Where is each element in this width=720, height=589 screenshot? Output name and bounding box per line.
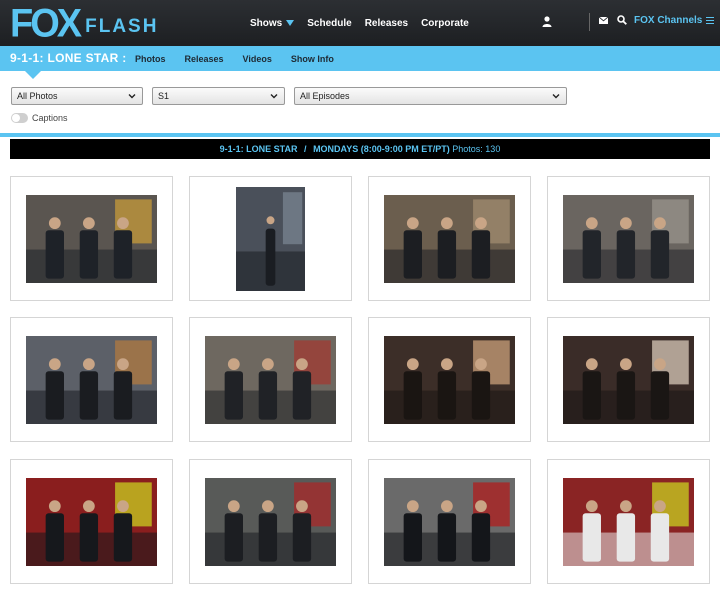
- nav-corporate[interactable]: Corporate: [421, 18, 469, 29]
- photo-card[interactable]: [368, 459, 531, 584]
- show-title: 9-1-1: LONE STAR :: [10, 51, 127, 65]
- nav-releases[interactable]: Releases: [365, 18, 408, 29]
- logo-flash-text: FLASH: [85, 16, 159, 37]
- section-divider: [0, 133, 720, 137]
- info-photo-count: Photos: 130: [452, 144, 501, 154]
- photo-12[interactable]: [563, 478, 694, 566]
- photos-select[interactable]: All Photos: [11, 87, 143, 105]
- user-icon[interactable]: [542, 16, 552, 27]
- chevron-down-icon: [270, 94, 278, 99]
- fox-channels-label: FOX Channels: [634, 15, 703, 26]
- tab-photos[interactable]: Photos: [135, 54, 166, 64]
- photo-6[interactable]: [205, 336, 336, 424]
- tab-videos[interactable]: Videos: [243, 54, 272, 64]
- chevron-down-icon: [286, 20, 295, 26]
- photo-8[interactable]: [563, 336, 694, 424]
- toggle-knob: [12, 114, 20, 122]
- photos-select-value: All Photos: [17, 91, 58, 101]
- photo-2[interactable]: [236, 187, 305, 291]
- show-subnav: 9-1-1: LONE STAR : Photos Releases Video…: [0, 46, 720, 71]
- captions-label: Captions: [32, 113, 68, 123]
- episode-select[interactable]: All Episodes: [294, 87, 567, 105]
- photo-card[interactable]: [10, 176, 173, 301]
- photo-11[interactable]: [384, 478, 515, 566]
- season-select[interactable]: S1: [152, 87, 285, 105]
- mail-icon[interactable]: [599, 17, 608, 24]
- menu-icon: [706, 17, 715, 24]
- photo-3[interactable]: [384, 195, 515, 283]
- photo-9[interactable]: [26, 478, 157, 566]
- photo-card[interactable]: [10, 317, 173, 442]
- fox-flash-logo[interactable]: FOX FLASH: [10, 1, 159, 47]
- search-icon[interactable]: [617, 15, 627, 25]
- photo-4[interactable]: [563, 195, 694, 283]
- show-info-bar: 9-1-1: LONE STAR / MONDAYS (8:00-9:00 PM…: [10, 139, 710, 159]
- photo-7[interactable]: [384, 336, 515, 424]
- photo-1[interactable]: [26, 195, 157, 283]
- top-navigation-bar: FOX FLASH Shows Schedule Releases Corpor…: [0, 0, 720, 46]
- nav-schedule[interactable]: Schedule: [307, 18, 351, 29]
- photo-card[interactable]: [547, 176, 710, 301]
- info-separator: /: [304, 144, 307, 154]
- season-select-value: S1: [158, 91, 170, 101]
- active-tab-pointer: [25, 71, 41, 79]
- info-schedule: MONDAYS (8:00-9:00 PM ET/PT): [313, 144, 450, 154]
- show-tabs: Photos Releases Videos Show Info: [135, 46, 353, 71]
- photo-5[interactable]: [26, 336, 157, 424]
- photo-10[interactable]: [205, 478, 336, 566]
- chevron-down-icon: [552, 94, 560, 99]
- photo-card[interactable]: [547, 459, 710, 584]
- photo-card[interactable]: [547, 317, 710, 442]
- tab-show-info[interactable]: Show Info: [291, 54, 334, 64]
- logo-fox-text: FOX: [10, 1, 82, 47]
- photo-card[interactable]: [10, 459, 173, 584]
- nav-shows[interactable]: Shows: [250, 17, 295, 29]
- captions-toggle[interactable]: [11, 113, 28, 123]
- main-nav: Shows Schedule Releases Corporate: [250, 0, 482, 46]
- info-show-name: 9-1-1: LONE STAR: [219, 144, 298, 154]
- photo-card[interactable]: [189, 459, 352, 584]
- chevron-down-icon: [128, 94, 136, 99]
- episode-select-value: All Episodes: [300, 91, 350, 101]
- photo-card[interactable]: [368, 176, 531, 301]
- fox-channels-menu[interactable]: FOX Channels: [634, 15, 715, 26]
- photo-card[interactable]: [189, 176, 352, 301]
- header-divider: [589, 13, 590, 31]
- nav-shows-label: Shows: [250, 17, 283, 29]
- photo-card[interactable]: [189, 317, 352, 442]
- tab-releases[interactable]: Releases: [185, 54, 224, 64]
- photo-card[interactable]: [368, 317, 531, 442]
